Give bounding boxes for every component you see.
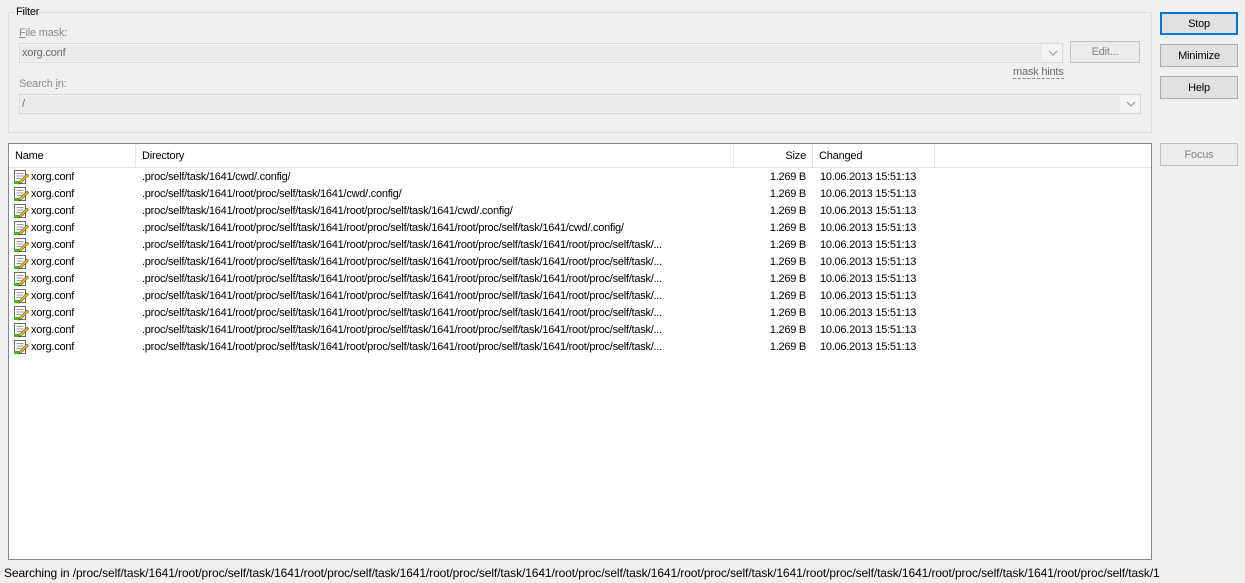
search-in-combobox[interactable]: /: [19, 94, 1141, 114]
find-files-dialog: Filter File mask: xorg.conf Edit... mask…: [0, 0, 1245, 583]
cell-changed: 10.06.2013 15:51:13: [820, 205, 917, 217]
cell-size: 1.269 B: [769, 290, 806, 302]
cell-size: 1.269 B: [769, 222, 806, 234]
search-in-label: Search in:: [19, 78, 67, 90]
table-row[interactable]: xorg.conf .proc/self/task/1641/root/proc/…: [9, 220, 1151, 237]
cell-directory: .proc/self/task/1641/root/proc/self/task…: [142, 324, 662, 336]
status-bar: Searching in /proc/self/task/1641/root/p…: [4, 566, 1160, 580]
chevron-down-icon[interactable]: [1124, 97, 1138, 111]
file-mask-combobox[interactable]: xorg.conf: [19, 43, 1063, 63]
filter-legend: Filter: [14, 6, 42, 18]
cell-changed: 10.06.2013 15:51:13: [820, 324, 917, 336]
text-file-edit-icon: [13, 169, 29, 185]
cell-directory: .proc/self/task/1641/root/proc/self/task…: [142, 205, 513, 217]
focus-button[interactable]: Focus: [1160, 143, 1238, 166]
cell-changed: 10.06.2013 15:51:13: [820, 341, 917, 353]
cell-name: xorg.conf: [31, 273, 74, 285]
search-in-value[interactable]: /: [21, 96, 1120, 112]
text-file-edit-icon: [13, 271, 29, 287]
text-file-edit-icon: [13, 254, 29, 270]
list-header: Name Directory Size Changed: [9, 144, 1151, 168]
table-row[interactable]: xorg.conf .proc/self/task/1641/root/proc/…: [9, 237, 1151, 254]
cell-changed: 10.06.2013 15:51:13: [820, 239, 917, 251]
cell-changed: 10.06.2013 15:51:13: [820, 188, 917, 200]
file-mask-label: File mask:: [19, 27, 68, 39]
cell-name: xorg.conf: [31, 324, 74, 336]
cell-directory: .proc/self/task/1641/root/proc/self/task…: [142, 239, 662, 251]
cell-name: xorg.conf: [31, 239, 74, 251]
cell-name: xorg.conf: [31, 205, 74, 217]
text-file-edit-icon: [13, 203, 29, 219]
text-file-edit-icon: [13, 339, 29, 355]
cell-changed: 10.06.2013 15:51:13: [820, 307, 917, 319]
table-row[interactable]: xorg.conf .proc/self/task/1641/root/proc/…: [9, 339, 1151, 356]
cell-size: 1.269 B: [769, 205, 806, 217]
edit-mask-button[interactable]: Edit...: [1070, 41, 1140, 63]
text-file-edit-icon: [13, 305, 29, 321]
table-row[interactable]: xorg.conf .proc/self/task/1641/root/proc/…: [9, 305, 1151, 322]
cell-directory: .proc/self/task/1641/root/proc/self/task…: [142, 290, 662, 302]
text-file-edit-icon: [13, 186, 29, 202]
cell-name: xorg.conf: [31, 341, 74, 353]
cell-name: xorg.conf: [31, 307, 74, 319]
cell-size: 1.269 B: [769, 273, 806, 285]
table-row[interactable]: xorg.conf .proc/self/task/1641/root/proc/…: [9, 271, 1151, 288]
table-row[interactable]: xorg.conf .proc/self/task/1641/root/proc/…: [9, 288, 1151, 305]
text-file-edit-icon: [13, 220, 29, 236]
stop-button[interactable]: Stop: [1160, 12, 1238, 35]
table-row[interactable]: xorg.conf .proc/self/task/1641/root/proc/…: [9, 186, 1151, 203]
cell-directory: .proc/self/task/1641/root/proc/self/task…: [142, 188, 402, 200]
table-row[interactable]: xorg.conf .proc/self/task/1641/cwd/.confi…: [9, 169, 1151, 186]
cell-directory: .proc/self/task/1641/root/proc/self/task…: [142, 341, 662, 353]
text-file-edit-icon: [13, 322, 29, 338]
cell-directory: .proc/self/task/1641/root/proc/self/task…: [142, 307, 662, 319]
cell-name: xorg.conf: [31, 256, 74, 268]
cell-changed: 10.06.2013 15:51:13: [820, 171, 917, 183]
cell-name: xorg.conf: [31, 188, 74, 200]
cell-directory: .proc/self/task/1641/cwd/.config/: [142, 171, 291, 183]
file-mask-value[interactable]: xorg.conf: [21, 45, 1042, 61]
cell-size: 1.269 B: [769, 341, 806, 353]
cell-size: 1.269 B: [769, 239, 806, 251]
cell-name: xorg.conf: [31, 290, 74, 302]
minimize-button[interactable]: Minimize: [1160, 44, 1238, 67]
cell-size: 1.269 B: [769, 307, 806, 319]
text-file-edit-icon: [13, 237, 29, 253]
mask-hints-link[interactable]: mask hints: [1013, 67, 1064, 79]
cell-size: 1.269 B: [769, 171, 806, 183]
cell-size: 1.269 B: [769, 188, 806, 200]
chevron-down-icon[interactable]: [1046, 46, 1060, 60]
column-header-name[interactable]: Name: [9, 144, 136, 168]
table-row[interactable]: xorg.conf .proc/self/task/1641/root/proc/…: [9, 203, 1151, 220]
table-row[interactable]: xorg.conf .proc/self/task/1641/root/proc/…: [9, 322, 1151, 339]
results-list[interactable]: Name Directory Size Changed xorg.conf .pr…: [8, 143, 1152, 560]
cell-directory: .proc/self/task/1641/root/proc/self/task…: [142, 256, 662, 268]
cell-changed: 10.06.2013 15:51:13: [820, 273, 917, 285]
cell-directory: .proc/self/task/1641/root/proc/self/task…: [142, 273, 662, 285]
cell-name: xorg.conf: [31, 222, 74, 234]
cell-name: xorg.conf: [31, 171, 74, 183]
cell-changed: 10.06.2013 15:51:13: [820, 290, 917, 302]
cell-size: 1.269 B: [769, 256, 806, 268]
filter-group: [8, 12, 1152, 133]
table-row[interactable]: xorg.conf .proc/self/task/1641/root/proc/…: [9, 254, 1151, 271]
cell-changed: 10.06.2013 15:51:13: [820, 222, 917, 234]
text-file-edit-icon: [13, 288, 29, 304]
column-header-size[interactable]: Size: [734, 144, 813, 168]
column-header-directory[interactable]: Directory: [136, 144, 734, 168]
cell-size: 1.269 B: [769, 324, 806, 336]
help-button[interactable]: Help: [1160, 76, 1238, 99]
column-header-changed[interactable]: Changed: [813, 144, 935, 168]
cell-directory: .proc/self/task/1641/root/proc/self/task…: [142, 222, 624, 234]
cell-changed: 10.06.2013 15:51:13: [820, 256, 917, 268]
